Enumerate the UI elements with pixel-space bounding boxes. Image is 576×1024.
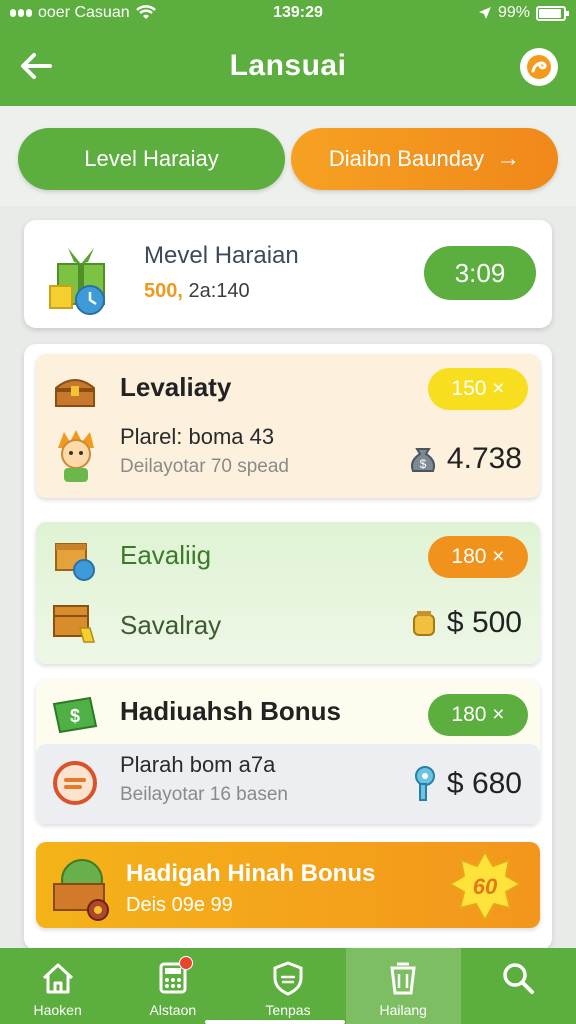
search-icon bbox=[503, 963, 535, 994]
card-title: Hadiuahsh Bonus bbox=[120, 696, 342, 726]
nav-label-calculator: Alstaon bbox=[149, 1002, 197, 1018]
wifi-icon bbox=[135, 5, 156, 19]
tab-level[interactable]: Level Haraiay bbox=[18, 128, 285, 190]
reward-card-levaliaty[interactable]: Levaliaty 150 × Plarel: boma 43 Deilayot… bbox=[36, 354, 540, 498]
card-subtext: Beilayotar 16 basen bbox=[120, 784, 288, 805]
tab-bonus[interactable]: Diaibn Baunday → bbox=[291, 128, 558, 190]
nav-shield[interactable]: Tenpas bbox=[230, 948, 345, 1024]
card-title: Eavaliig bbox=[120, 540, 212, 570]
shield-icon bbox=[273, 961, 303, 996]
signal-icon bbox=[10, 9, 32, 17]
gift-box-icon bbox=[49, 248, 105, 315]
multiplier-badge[interactable]: 150 × bbox=[428, 368, 528, 410]
svg-text:$: $ bbox=[420, 457, 427, 471]
treasure-cart-icon bbox=[53, 859, 109, 921]
arrow-right-icon: → bbox=[496, 145, 521, 172]
nav-search[interactable] bbox=[461, 948, 576, 1024]
summary-subtext: 2a:140 bbox=[188, 280, 250, 302]
location-icon bbox=[478, 7, 491, 19]
card-amount: $ 500 bbox=[446, 606, 522, 639]
multiplier-badge[interactable]: 180 × bbox=[428, 536, 528, 578]
card-line: Plarel: boma 43 bbox=[120, 424, 275, 449]
nav-calculator[interactable]: Alstaon bbox=[115, 948, 230, 1024]
burst-value: 60 bbox=[473, 874, 498, 899]
app-bar: Lansuai bbox=[0, 26, 576, 106]
bonus-banner[interactable]: Hadigah Hinah Bonus Deis 09e 99 60 bbox=[36, 842, 540, 928]
timer-badge[interactable]: 3:09 bbox=[424, 246, 536, 300]
honey-jar-icon bbox=[412, 611, 435, 636]
card-amount: 4.738 bbox=[446, 442, 522, 475]
nav-label-bucket: Hailang bbox=[379, 1002, 427, 1018]
bottom-nav: Haoken Alstaon Tenpas Hailang bbox=[0, 948, 576, 1024]
summary-title: Mevel Haraian bbox=[144, 242, 299, 269]
crate-icon bbox=[53, 605, 95, 643]
nav-home[interactable]: Haoken bbox=[0, 948, 115, 1024]
status-bar: ooer Casuan 139:29 99% bbox=[0, 0, 576, 26]
battery-percent: 99% bbox=[497, 4, 530, 21]
battery-icon bbox=[536, 5, 569, 21]
card-subtext: Deilayotar 70 spead bbox=[120, 456, 289, 477]
reward-card-bonus[interactable]: $ Hadiuahsh Bonus 180 × Plarah bom a7a B… bbox=[36, 680, 540, 824]
nav-label-home: Haoken bbox=[33, 1002, 82, 1018]
character-avatar-icon bbox=[58, 430, 94, 482]
box-droplet-icon bbox=[55, 543, 95, 581]
multiplier-badge[interactable]: 180 × bbox=[428, 694, 528, 736]
card-title: Levaliaty bbox=[120, 372, 232, 402]
back-arrow-icon[interactable] bbox=[16, 46, 56, 86]
card-line: Savalray bbox=[120, 610, 222, 640]
cash-icon: $ bbox=[52, 696, 98, 734]
coin-bag-icon: $ bbox=[410, 448, 435, 472]
treasure-chest-icon bbox=[55, 379, 95, 407]
timer-disc-icon bbox=[53, 761, 97, 805]
app-menu-icon[interactable] bbox=[520, 48, 558, 86]
summary-highlight: 500, bbox=[144, 280, 183, 302]
nav-label-shield: Tenpas bbox=[265, 1002, 311, 1018]
banner-subtext: Deis 09e 99 bbox=[126, 894, 233, 916]
tab-bar: Level Haraiay Diaibn Baunday → bbox=[18, 128, 558, 190]
svg-text:$: $ bbox=[70, 706, 80, 726]
bucket-icon bbox=[390, 962, 416, 995]
clock: 139:29 bbox=[273, 4, 323, 21]
summary-card[interactable]: Mevel Haraian 500, 2a:140 3:09 bbox=[24, 220, 552, 328]
nav-bucket[interactable]: Hailang bbox=[345, 948, 461, 1024]
home-indicator bbox=[205, 1020, 345, 1024]
orange-swirl-icon bbox=[527, 55, 551, 79]
banner-title: Hadigah Hinah Bonus bbox=[126, 860, 376, 887]
card-amount: $ 680 bbox=[446, 767, 522, 800]
card-line: Plarah bom a7a bbox=[120, 752, 276, 777]
page-title: Lansuai bbox=[229, 49, 347, 82]
home-icon bbox=[42, 963, 73, 994]
reward-card-eavaliig[interactable]: Eavaliig 180 × Savalray $ 500 bbox=[36, 522, 540, 664]
key-icon bbox=[414, 766, 435, 801]
starburst-badge-icon: 60 bbox=[448, 850, 522, 923]
carrier-label: ooer Casuan bbox=[38, 4, 130, 21]
